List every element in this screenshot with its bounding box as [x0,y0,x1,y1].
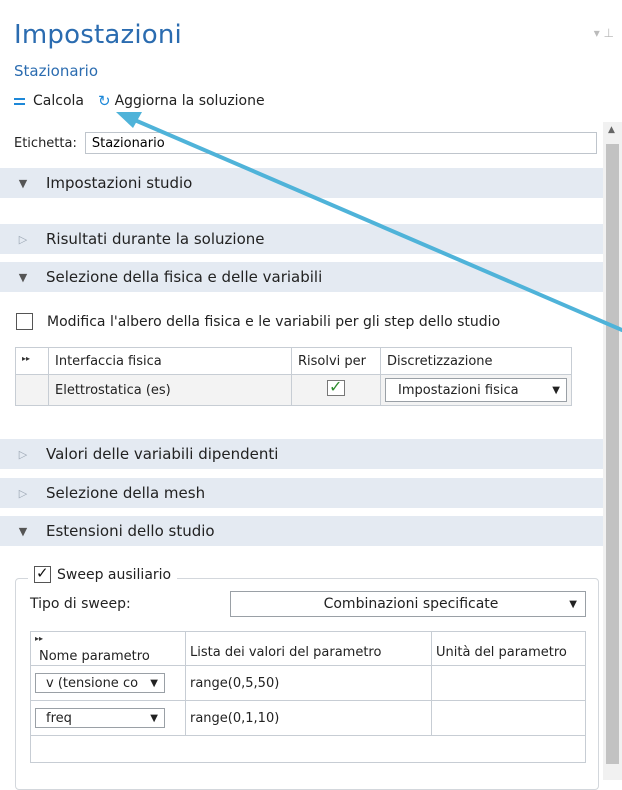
chevron-down-icon: ▼ [552,384,560,396]
chevron-down-icon: ▼ [569,598,577,610]
column-header-solve-for: Risolvi per [291,347,381,375]
compute-button[interactable]: Calcola [14,93,84,109]
chevron-down-icon: ▼ [150,677,158,689]
expanded-triangle-icon: ▼ [18,270,28,284]
discretization-value: Impostazioni fisica [398,382,519,398]
section-dependent-values[interactable]: ▷ Valori delle variabili dipendenti [0,439,603,469]
vertical-scrollbar[interactable]: ▲ [603,122,622,780]
parameter-unit-cell[interactable] [431,665,586,701]
physics-interface-cell[interactable]: Elettrostatica (es) [48,374,292,406]
auxiliary-sweep-label: Sweep ausiliario [57,566,172,583]
section-label: Selezione della mesh [46,484,206,502]
update-solution-button[interactable]: ↻ Aggiorna la soluzione [98,92,265,110]
parameter-table: ▸▸ Nome parametro Lista dei valori del p… [30,631,586,763]
toolbar: Calcola ↻ Aggiorna la soluzione [14,90,271,112]
table-row[interactable]: v (tensione co ▼ range(0,5,50) [30,665,586,701]
panel-title: Impostazioni [14,20,182,50]
section-label: Selezione della fisica e delle variabili [46,268,323,286]
parameter-name-dropdown[interactable]: freq ▼ [35,708,165,728]
collapsed-triangle-icon: ▷ [18,232,28,246]
label-row: Etichetta: [14,132,597,154]
section-label: Valori delle variabili dipendenti [46,445,279,463]
scroll-up-icon[interactable]: ▲ [608,125,615,135]
discretization-cell: Impostazioni fisica ▼ [380,374,572,406]
label-field-label: Etichetta: [14,135,77,151]
sweep-type-label: Tipo di sweep: [30,596,131,612]
scrollbar-thumb[interactable] [606,144,619,764]
parameter-name-value: freq [46,710,72,726]
table-row[interactable]: freq ▼ range(0,1,10) [30,700,586,736]
modify-tree-option[interactable]: Modifica l'albero della fisica e le vari… [16,313,500,330]
update-solution-label: Aggiorna la soluzione [114,93,265,109]
modify-tree-label: Modifica l'albero della fisica e le vari… [47,313,501,330]
table-row[interactable] [30,735,586,763]
parameter-name-cell: freq ▼ [30,700,186,736]
modify-tree-checkbox[interactable] [16,313,33,330]
parameter-name-value: v (tensione co [46,675,139,691]
parameter-values-cell[interactable]: range(0,1,10) [185,700,432,736]
sweep-type-dropdown[interactable]: Combinazioni specificate ▼ [230,591,586,617]
compute-label: Calcola [33,93,84,109]
auxiliary-sweep-checkbox[interactable] [34,564,51,583]
section-label: Impostazioni studio [46,174,193,192]
chevron-down-icon: ▼ [150,712,158,724]
parameter-unit-cell[interactable] [431,700,586,736]
table-header-arrow[interactable]: ▸▸ [35,634,43,643]
section-mesh-selection[interactable]: ▷ Selezione della mesh [0,478,603,508]
label-field-input[interactable] [84,132,597,154]
discretization-dropdown[interactable]: Impostazioni fisica ▼ [385,378,567,402]
solve-for-cell [291,374,381,406]
section-physics-selection[interactable]: ▼ Selezione della fisica e delle variabi… [0,262,603,292]
column-header-parameter-values: Lista dei valori del parametro [185,631,432,666]
column-header-discretization: Discretizzazione [380,347,572,375]
empty-row-cell[interactable] [30,735,586,763]
compute-icon [14,97,25,106]
panel-subtitle: Stazionario [14,62,99,80]
section-study-extensions[interactable]: ▼ Estensioni dello studio [0,516,603,546]
column-header-interface: Interfaccia fisica [48,347,292,375]
solve-for-checkbox[interactable] [327,377,345,396]
auxiliary-sweep-toggle[interactable]: Sweep ausiliario [28,564,178,583]
section-results-while-solving[interactable]: ▷ Risultati durante la soluzione [0,224,603,254]
expanded-triangle-icon: ▼ [18,524,28,538]
section-label: Estensioni dello studio [46,522,215,540]
sweep-type-row: Tipo di sweep: Combinazioni specificate … [30,591,586,617]
parameter-name-cell: v (tensione co ▼ [30,665,186,701]
section-label: Risultati durante la soluzione [46,230,265,248]
parameter-values-cell[interactable]: range(0,5,50) [185,665,432,701]
annotation-arrow-head [116,112,142,128]
sweep-type-value: Combinazioni specificate [323,596,499,612]
collapsed-triangle-icon: ▷ [18,447,28,461]
parameter-name-dropdown[interactable]: v (tensione co ▼ [35,673,165,693]
expanded-triangle-icon: ▼ [18,176,28,190]
collapsed-triangle-icon: ▷ [18,486,28,500]
column-header-parameter-unit: Unità del parametro [431,631,586,666]
pin-icon[interactable]: ▾ ⊥ [594,26,614,40]
refresh-icon: ↻ [97,92,111,110]
section-study-settings[interactable]: ▼ Impostazioni studio [0,168,603,198]
physics-table: ▸▸ Interfaccia fisica Risolvi per Discre… [15,347,572,406]
column-header-parameter-name: ▸▸ Nome parametro [30,631,186,666]
row-marker [15,374,49,406]
table-header-arrow[interactable]: ▸▸ [15,347,49,375]
